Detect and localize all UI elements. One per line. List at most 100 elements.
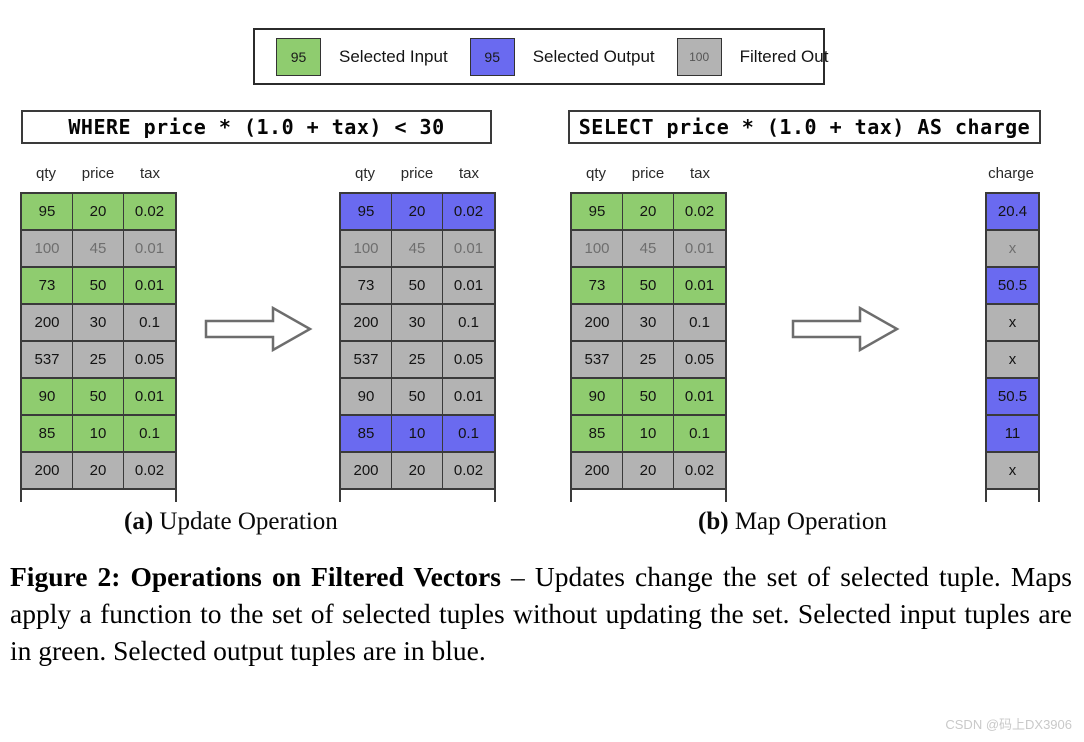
table-cell: 90	[341, 379, 392, 416]
subcaption-text-b: Map Operation	[728, 508, 887, 535]
table-cell: x	[987, 453, 1038, 490]
legend-label-selected-output: Selected Output	[532, 46, 655, 66]
table-cell: x	[987, 305, 1038, 342]
table-row: x	[987, 453, 1038, 490]
column-headers-panel-a-input: qty price tax	[20, 165, 176, 183]
table-cell: 30	[73, 305, 124, 342]
table-row: 200 20 0.02	[572, 453, 725, 490]
table-cell: 20	[73, 194, 124, 231]
table-cell: 0.1	[443, 305, 494, 342]
table-row: x	[987, 231, 1038, 268]
table-cell: 100	[341, 231, 392, 268]
table-cell: 200	[22, 453, 73, 490]
table-cell: 0.01	[443, 231, 494, 268]
table-row: 11	[987, 416, 1038, 453]
table-panel-a-input: 95 20 0.02 100 45 0.01 73 50 0.01 200 30 0.1 537 25 0.…	[20, 192, 177, 502]
table-cell: 45	[73, 231, 124, 268]
table-row: 537 25 0.05	[22, 342, 175, 379]
table-cell: 20.4	[987, 194, 1038, 231]
table-cell: 0.02	[674, 194, 725, 231]
legend-item-selected-output: 95 Selected Output	[469, 30, 677, 83]
table-cell: 0.05	[124, 342, 175, 379]
table-cell: 45	[623, 231, 674, 268]
table-cell: 25	[623, 342, 674, 379]
table-row: 537 25 0.05	[341, 342, 494, 379]
table-cell: 73	[341, 268, 392, 305]
table-cell: 0.01	[124, 231, 175, 268]
table-cell: 0.01	[124, 379, 175, 416]
table-row: 200 30 0.1	[22, 305, 175, 342]
table-cell: x	[987, 231, 1038, 268]
table-row: x	[987, 305, 1038, 342]
column-header-tax: tax	[689, 165, 710, 182]
table-row: 100 45 0.01	[22, 231, 175, 268]
sql-select-clause-box: SELECT price * (1.0 + tax) AS charge	[568, 110, 1041, 144]
table-cell: 0.02	[443, 194, 494, 231]
table-cell: 30	[392, 305, 443, 342]
table-cell: x	[987, 342, 1038, 379]
table-cell: 11	[987, 416, 1038, 453]
table-row: 100 45 0.01	[341, 231, 494, 268]
column-headers-panel-a-output: qty price tax	[339, 165, 495, 183]
table-cell: 73	[22, 268, 73, 305]
column-header-price: price	[81, 165, 115, 182]
column-headers-panel-b-output: charge	[985, 165, 1037, 183]
table-cell: 537	[341, 342, 392, 379]
table-cell: 10	[623, 416, 674, 453]
table-cell: 50	[623, 379, 674, 416]
legend-swatch-blue: 95	[469, 37, 515, 76]
watermark: CSDN @码上DX3906	[945, 717, 1072, 732]
table-cell: 50	[73, 268, 124, 305]
table-cell: 30	[623, 305, 674, 342]
table-cell: 50.5	[987, 379, 1038, 416]
table-row: 85 10 0.1	[22, 416, 175, 453]
table-row: 50.5	[987, 379, 1038, 416]
table-row: 73 50 0.01	[22, 268, 175, 305]
table-cell: 45	[392, 231, 443, 268]
table-row: 95 20 0.02	[341, 194, 494, 231]
table-row: 200 30 0.1	[341, 305, 494, 342]
table-cell: 100	[22, 231, 73, 268]
table-row: 50.5	[987, 268, 1038, 305]
column-header-qty: qty	[585, 165, 606, 182]
table-panel-a-output: 95 20 0.02 100 45 0.01 73 50 0.01 200 30 0.1 537 25 0.…	[339, 192, 496, 502]
table-row: 95 20 0.02	[22, 194, 175, 231]
table-cell: 0.01	[674, 268, 725, 305]
table-cell: 200	[572, 305, 623, 342]
table-cell: 10	[392, 416, 443, 453]
table-cell: 85	[341, 416, 392, 453]
subcaption-update-operation: (a) Update Operation	[124, 508, 338, 536]
table-cell: 50	[73, 379, 124, 416]
table-cell: 20	[392, 194, 443, 231]
table-cell: 0.1	[674, 416, 725, 453]
table-cell: 0.1	[124, 416, 175, 453]
table-cell: 0.01	[443, 268, 494, 305]
table-cell: 537	[22, 342, 73, 379]
table-cell: 0.1	[443, 416, 494, 453]
legend-item-filtered-out: 100 Filtered Out	[676, 30, 851, 83]
table-panel-b-output: 20.4 x 50.5 x x 50.5 11 x	[985, 192, 1040, 502]
table-cell: 200	[341, 453, 392, 490]
table-row: x	[987, 342, 1038, 379]
table-cell: 0.05	[443, 342, 494, 379]
column-header-tax: tax	[139, 165, 160, 182]
table-cell: 90	[22, 379, 73, 416]
table-cell: 0.1	[674, 305, 725, 342]
table-row: 100 45 0.01	[572, 231, 725, 268]
table-cell: 0.02	[124, 453, 175, 490]
table-cell: 95	[572, 194, 623, 231]
table-cell: 85	[572, 416, 623, 453]
table-row: 200 20 0.02	[341, 453, 494, 490]
legend-label-selected-input: Selected Input	[339, 46, 448, 66]
table-row: 95 20 0.02	[572, 194, 725, 231]
table-row: 73 50 0.01	[572, 268, 725, 305]
table-cell: 50	[623, 268, 674, 305]
table-cell: 100	[572, 231, 623, 268]
table-row: 73 50 0.01	[341, 268, 494, 305]
table-cell: 50.5	[987, 268, 1038, 305]
column-header-qty: qty	[35, 165, 56, 182]
table-cell: 0.02	[443, 453, 494, 490]
table-cell: 90	[572, 379, 623, 416]
table-panel-b-input: 95 20 0.02 100 45 0.01 73 50 0.01 200 30 0.1 537 25 0.…	[570, 192, 727, 502]
column-header-tax: tax	[458, 165, 479, 182]
